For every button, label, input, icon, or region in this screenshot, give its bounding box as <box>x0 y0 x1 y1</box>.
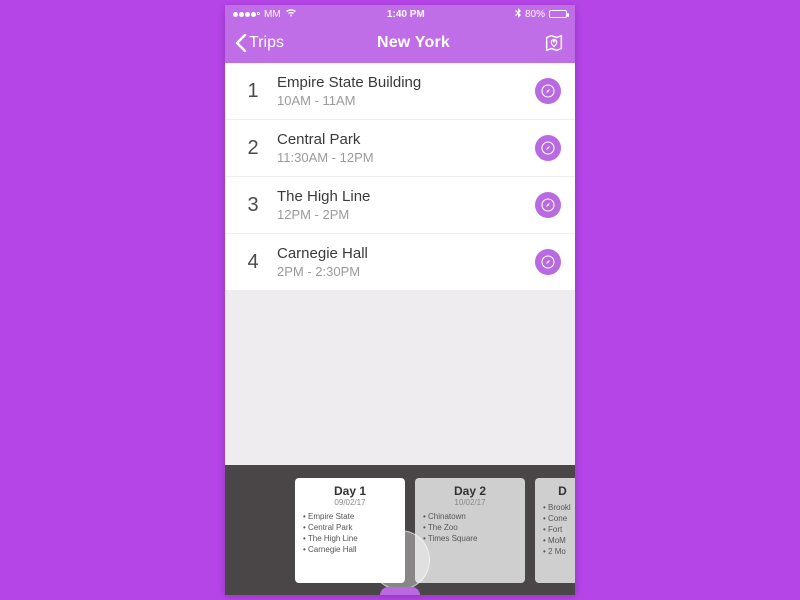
status-time: 1:40 PM <box>387 9 425 20</box>
navigate-button[interactable] <box>535 78 561 104</box>
battery-icon <box>549 10 567 18</box>
day-label: D <box>543 484 575 498</box>
day-items: Brookl Cone Fort MoM 2 Mo <box>543 502 575 558</box>
status-right: 80% <box>515 8 567 21</box>
stop-time: 11:30AM - 12PM <box>277 150 535 165</box>
drawer-handle[interactable] <box>380 587 420 595</box>
status-bar: MM 1:40 PM 80% <box>225 5 575 23</box>
wifi-icon <box>285 8 297 20</box>
carrier-label: MM <box>264 9 281 20</box>
list-item[interactable]: 4 Carnegie Hall 2PM - 2:30PM <box>225 234 575 291</box>
compass-icon <box>540 140 556 156</box>
stops-list: 1 Empire State Building 10AM - 11AM 2 Ce… <box>225 63 575 291</box>
compass-icon <box>540 254 556 270</box>
list-item[interactable]: 3 The High Line 12PM - 2PM <box>225 177 575 234</box>
chevron-left-icon <box>235 34 247 52</box>
map-icon <box>543 32 565 54</box>
navigate-button[interactable] <box>535 249 561 275</box>
bluetooth-icon <box>515 8 521 21</box>
map-button[interactable] <box>543 32 565 54</box>
stop-title: Empire State Building <box>277 74 535 91</box>
stop-number: 2 <box>239 137 267 160</box>
day-items: Chinatown The Zoo Times Square <box>423 511 517 545</box>
day-card[interactable]: Day 2 10/02/17 Chinatown The Zoo Times S… <box>415 478 525 583</box>
stop-text: The High Line 12PM - 2PM <box>277 188 535 222</box>
day-date: 10/02/17 <box>423 498 517 507</box>
page-title: New York <box>377 34 450 52</box>
status-left: MM <box>233 8 297 20</box>
stop-title: Carnegie Hall <box>277 245 535 262</box>
battery-pct: 80% <box>525 9 545 20</box>
stop-time: 2PM - 2:30PM <box>277 264 535 279</box>
stop-text: Carnegie Hall 2PM - 2:30PM <box>277 245 535 279</box>
day-items: Empire State Central Park The High Line … <box>303 511 397 556</box>
list-item[interactable]: 2 Central Park 11:30AM - 12PM <box>225 120 575 177</box>
list-item[interactable]: 1 Empire State Building 10AM - 11AM <box>225 63 575 120</box>
stop-time: 12PM - 2PM <box>277 207 535 222</box>
day-label: Day 1 <box>303 484 397 498</box>
stop-number: 1 <box>239 80 267 103</box>
stop-text: Central Park 11:30AM - 12PM <box>277 131 535 165</box>
compass-icon <box>540 83 556 99</box>
navigate-button[interactable] <box>535 192 561 218</box>
compass-icon <box>540 197 556 213</box>
stop-number: 3 <box>239 194 267 217</box>
day-card[interactable]: D Brookl Cone Fort MoM 2 Mo <box>535 478 575 583</box>
day-date: 09/02/17 <box>303 498 397 507</box>
stop-title: Central Park <box>277 131 535 148</box>
signal-dots-icon <box>233 12 260 17</box>
stop-time: 10AM - 11AM <box>277 93 535 108</box>
stop-title: The High Line <box>277 188 535 205</box>
day-selector[interactable]: Day 1 09/02/17 Empire State Central Park… <box>225 465 575 595</box>
phone-frame: MM 1:40 PM 80% Trips New York 1 <box>225 5 575 595</box>
stop-number: 4 <box>239 251 267 274</box>
nav-bar: Trips New York <box>225 23 575 63</box>
back-button[interactable]: Trips <box>235 34 284 52</box>
stop-text: Empire State Building 10AM - 11AM <box>277 74 535 108</box>
day-label: Day 2 <box>423 484 517 498</box>
day-card[interactable]: Day 1 09/02/17 Empire State Central Park… <box>295 478 405 583</box>
back-label: Trips <box>249 34 284 52</box>
navigate-button[interactable] <box>535 135 561 161</box>
